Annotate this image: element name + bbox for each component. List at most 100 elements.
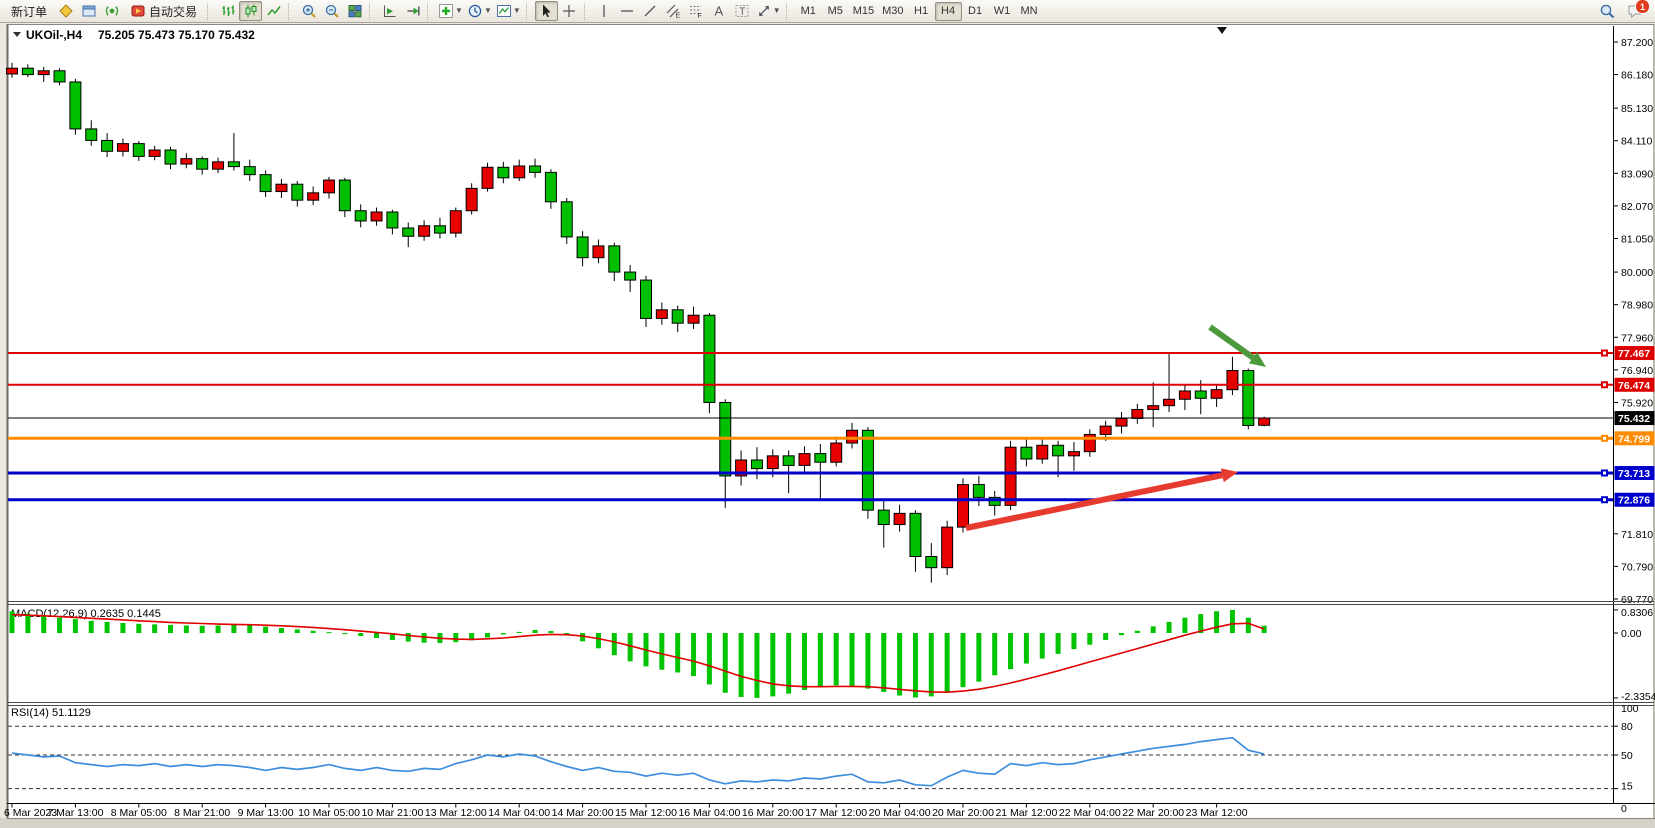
macd-histogram-bar (517, 632, 522, 633)
candle-bearish (1243, 371, 1254, 426)
mt4-window: 新订单 自动交易 (0, 0, 1655, 828)
candle-bullish (117, 144, 128, 152)
macd-histogram-bar (739, 633, 744, 697)
candle-bullish (894, 513, 905, 524)
vertical-line-button[interactable] (593, 1, 616, 21)
timeframe-m5[interactable]: M5 (822, 2, 849, 21)
candle-bullish (308, 193, 319, 200)
timeframe-d1[interactable]: D1 (962, 2, 989, 21)
time-axis-label: 9 Mar 13:00 (238, 807, 294, 819)
macd-histogram-bar (913, 633, 918, 697)
order-tag-button[interactable] (54, 1, 77, 21)
toolbar-separator (584, 3, 589, 20)
signal-button[interactable] (100, 1, 123, 21)
timeframe-mn[interactable]: MN (1016, 2, 1043, 21)
autotrade-button[interactable]: 自动交易 (123, 1, 204, 21)
timeframe-h1[interactable]: H1 (908, 2, 935, 21)
cursor-button[interactable] (535, 1, 558, 21)
periods-button[interactable]: ▼ (465, 1, 494, 21)
toolbar-separator (369, 3, 374, 20)
text-label-button[interactable]: T (731, 1, 754, 21)
candle-bearish (197, 159, 208, 170)
timeframe-h4[interactable]: H4 (935, 2, 962, 21)
price-axis-label: 75.920 (1621, 397, 1653, 409)
macd-histogram-bar (25, 614, 30, 633)
templates-button[interactable]: ▼ (494, 1, 523, 21)
macd-histogram-bar (1103, 633, 1108, 640)
arrows-shapes-button[interactable]: ▼ (754, 1, 783, 21)
candle-bearish (70, 82, 81, 129)
price-chart[interactable]: UKOil-,H475.205 75.473 75.170 75.43287.2… (0, 0, 1655, 828)
candlestick-chart-button[interactable] (239, 1, 262, 21)
candle-bearish (609, 246, 620, 272)
time-axis-label: 22 Mar 04:00 (1059, 807, 1121, 819)
hline-anchor-center (1603, 437, 1606, 440)
chevron-down-icon: ▼ (773, 7, 781, 15)
price-tag-text: 77.467 (1618, 348, 1650, 360)
candle-bullish (942, 527, 953, 568)
time-axis-label: 14 Mar 04:00 (488, 807, 550, 819)
svg-text:E: E (676, 13, 681, 20)
zoom-in-button[interactable] (297, 1, 320, 21)
toolbar-separator (207, 3, 212, 20)
timeframe-m15[interactable]: M15 (849, 2, 878, 21)
rsi-axis-label: 80 (1621, 721, 1633, 733)
horizontal-line-button[interactable] (616, 1, 639, 21)
rsi-label: RSI(14) 51.1129 (11, 707, 91, 719)
equidistant-channel-button[interactable]: E (662, 1, 685, 21)
tile-windows-button[interactable] (343, 1, 366, 21)
macd-histogram-bar (992, 633, 997, 675)
auto-scroll-button[interactable] (378, 1, 401, 21)
price-axis-label: 84.110 (1621, 136, 1652, 148)
zoom-out-button[interactable] (320, 1, 343, 21)
macd-histogram-bar (358, 633, 363, 636)
new-order-button[interactable]: 新订单 (4, 1, 54, 21)
macd-histogram-bar (881, 633, 886, 692)
text-button[interactable]: A (708, 1, 731, 21)
candle-bearish (102, 140, 113, 151)
search-button[interactable] (1596, 1, 1619, 21)
macd-histogram-bar (1056, 633, 1061, 654)
chart-shift-icon (405, 3, 421, 19)
order-tag-icon (58, 3, 74, 19)
candle-bullish (767, 456, 778, 469)
fibonacci-button[interactable]: F (685, 1, 708, 21)
macd-histogram-bar (184, 625, 189, 633)
new-order-label: 新订单 (11, 3, 47, 20)
candle-bullish (847, 430, 858, 443)
candle-bearish (22, 68, 33, 74)
macd-histogram-bar (295, 629, 300, 633)
macd-histogram-bar (247, 625, 252, 633)
candle-bullish (38, 71, 49, 75)
candle-bearish (530, 166, 541, 172)
crosshair-button[interactable] (558, 1, 581, 21)
macd-histogram-bar (41, 616, 46, 633)
timeframe-m1[interactable]: M1 (795, 2, 822, 21)
macd-histogram-bar (961, 633, 966, 687)
line-chart-button[interactable] (262, 1, 285, 21)
chevron-down-icon: ▼ (513, 7, 521, 15)
price-axis-label: 85.130 (1621, 103, 1653, 115)
time-axis-label: 10 Mar 05:00 (298, 807, 360, 819)
chart-shift-button[interactable] (401, 1, 424, 21)
crosshair-icon (561, 3, 577, 19)
horizontal-line-icon (619, 3, 635, 19)
timeframe-m30[interactable]: M30 (878, 2, 907, 21)
indicators-add-button[interactable]: ▼ (436, 1, 465, 21)
macd-histogram-bar (1214, 611, 1219, 633)
candle-bearish (387, 212, 398, 228)
candle-bearish (545, 172, 556, 201)
text-label-icon: T (734, 3, 750, 19)
chat-button[interactable]: 1 (1625, 1, 1647, 21)
candle-bullish (958, 485, 969, 528)
timeframe-w1[interactable]: W1 (989, 2, 1016, 21)
price-axis-label: 80.000 (1621, 267, 1653, 279)
chart-window-icon (81, 3, 97, 19)
bar-chart-button[interactable] (216, 1, 239, 21)
candle-bearish (926, 556, 937, 567)
chart-window-button[interactable] (77, 1, 100, 21)
macd-histogram-bar (231, 625, 236, 633)
time-axis-label: 15 Mar 12:00 (615, 807, 677, 819)
trendline-button[interactable] (639, 1, 662, 21)
price-tag-text: 73.713 (1618, 468, 1650, 480)
